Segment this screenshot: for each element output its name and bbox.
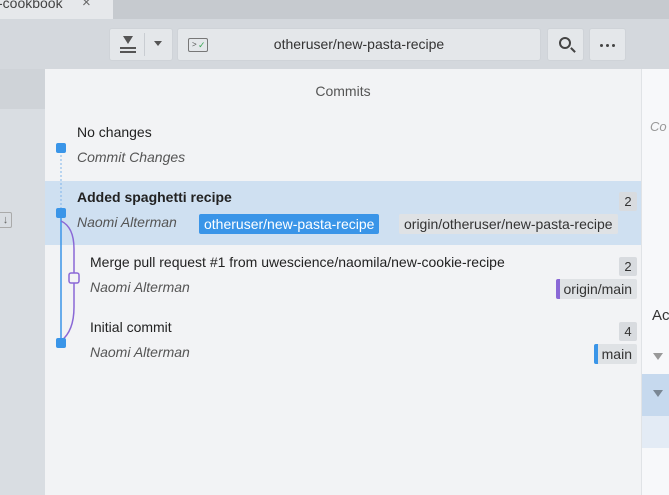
- graph-node-added-spaghetti: [56, 208, 66, 218]
- graph-node-initial: [56, 338, 66, 348]
- tab-label: -cookbook: [0, 0, 63, 11]
- commit-count-badge: 2: [619, 192, 637, 211]
- commit-graph: [56, 143, 80, 348]
- arrow-down-icon[interactable]: ↓: [0, 212, 12, 228]
- commit-row-uncommitted[interactable]: No changes Commit Changes: [45, 116, 641, 180]
- graph-node-merge: [68, 272, 80, 284]
- branch-label-text: origin/main: [563, 281, 632, 297]
- more-icon: [600, 44, 616, 47]
- tab-bar: -cookbook ×: [0, 0, 669, 19]
- commit-count-badge: 2: [619, 257, 637, 276]
- search-button[interactable]: [547, 28, 584, 61]
- right-panel-item[interactable]: [642, 416, 669, 448]
- commit-count-badge: 4: [619, 322, 637, 341]
- graph-node-uncommitted: [56, 143, 66, 153]
- commit-title: Merge pull request #1 from uwescience/na…: [90, 254, 505, 270]
- current-branch-label: otheruser/new-pasta-recipe: [273, 36, 445, 52]
- branch-selector[interactable]: > ✓ otheruser/new-pasta-recipe: [177, 28, 541, 61]
- toolbar: > ✓ otheruser/new-pasta-recipe: [0, 19, 669, 69]
- tab-cookbook[interactable]: -cookbook ×: [0, 0, 113, 19]
- dropdown-caret-icon[interactable]: [154, 41, 162, 46]
- branch-label-main[interactable]: main: [593, 344, 637, 364]
- commits-panel: Commits No changes Commit Changes Added …: [45, 69, 641, 495]
- left-sidebar: ↓: [0, 69, 45, 495]
- search-icon: [559, 37, 571, 49]
- commit-row-initial[interactable]: Initial commit 4 Naomi Alterman main: [45, 311, 641, 375]
- more-button[interactable]: [589, 28, 626, 61]
- pull-button[interactable]: [109, 28, 173, 61]
- right-panel-placeholder: Co: [650, 119, 667, 134]
- commit-row-added-spaghetti[interactable]: Added spaghetti recipe 2 Naomi Alterman …: [45, 181, 641, 245]
- chevron-down-icon[interactable]: [653, 390, 663, 397]
- branch-label-remote[interactable]: origin/otheruser/new-pasta-recipe: [399, 214, 618, 234]
- branch-label-local[interactable]: otheruser/new-pasta-recipe: [199, 214, 380, 234]
- commit-row-merge[interactable]: Merge pull request #1 from uwescience/na…: [45, 246, 641, 310]
- right-panel-selected-item[interactable]: [642, 374, 669, 416]
- panel-title: Commits: [315, 83, 371, 99]
- left-sidebar-header: [0, 69, 45, 109]
- close-icon[interactable]: ×: [82, 0, 91, 11]
- branch-label-origin-main[interactable]: origin/main: [555, 279, 637, 299]
- branch-label-text: main: [601, 346, 632, 362]
- right-panel-heading: Ac: [652, 307, 669, 324]
- right-panel: Co Ac: [641, 69, 669, 495]
- pull-icon: [120, 36, 136, 54]
- chevron-down-icon[interactable]: [653, 353, 663, 360]
